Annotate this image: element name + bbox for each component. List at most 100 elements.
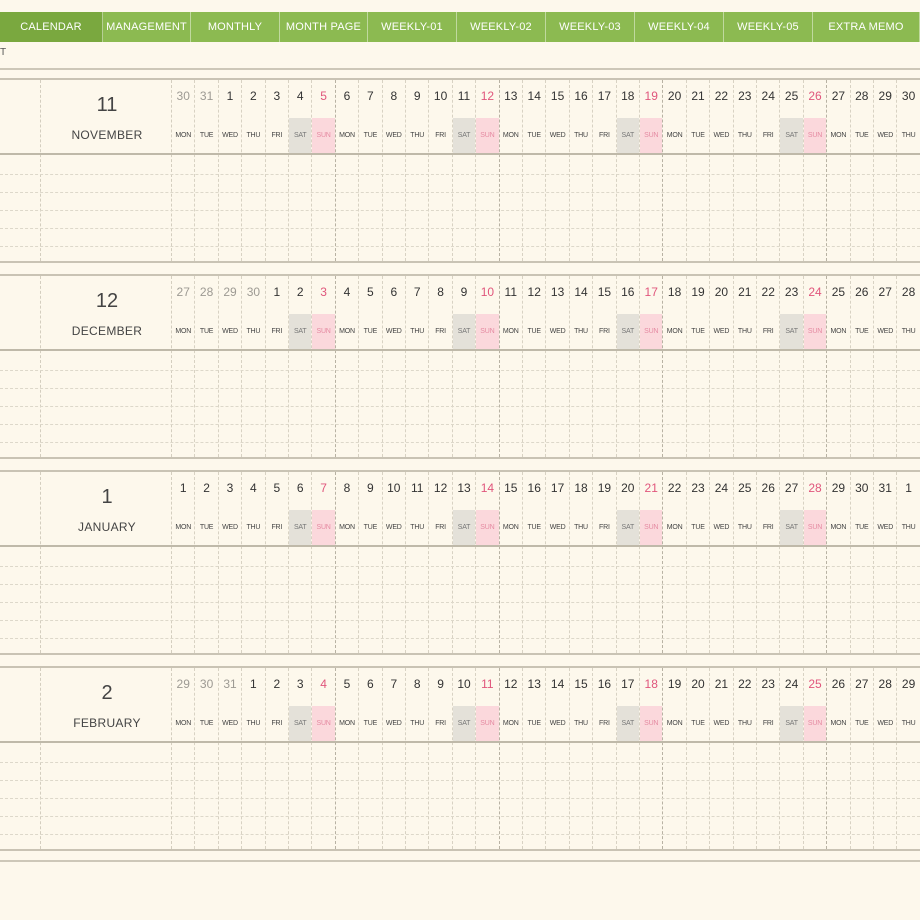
day-column[interactable]: 5 FRI bbox=[266, 472, 289, 653]
tab-weekly-03[interactable]: WEEKLY-03 bbox=[546, 12, 635, 42]
day-column[interactable]: 3 WED bbox=[219, 472, 243, 653]
day-column[interactable]: 31 WED bbox=[219, 668, 243, 849]
day-column[interactable]: 6 TUE bbox=[359, 668, 383, 849]
day-column[interactable]: 25 MON bbox=[827, 276, 851, 457]
day-column[interactable]: 15 WED bbox=[546, 80, 570, 261]
day-column[interactable]: 2 TUE bbox=[195, 472, 219, 653]
day-column[interactable]: 12 SUN bbox=[476, 80, 500, 261]
day-column[interactable]: 12 TUE bbox=[523, 276, 547, 457]
day-column[interactable]: 7 THU bbox=[406, 276, 430, 457]
day-column[interactable]: 5 SUN bbox=[312, 80, 336, 261]
day-column[interactable]: 18 THU bbox=[570, 472, 594, 653]
day-column[interactable]: 22 FRI bbox=[757, 276, 781, 457]
day-column[interactable]: 12 FRI bbox=[429, 472, 453, 653]
day-column[interactable]: 13 TUE bbox=[523, 668, 547, 849]
day-column[interactable]: 3 SUN bbox=[312, 276, 336, 457]
day-column[interactable]: 28 TUE bbox=[851, 80, 874, 261]
day-column[interactable]: 16 TUE bbox=[523, 472, 547, 653]
day-column[interactable]: 16 SAT bbox=[616, 276, 640, 457]
day-column[interactable]: 18 SAT bbox=[616, 80, 640, 261]
day-column[interactable]: 20 MON bbox=[663, 80, 687, 261]
day-column[interactable]: 6 SAT bbox=[289, 472, 313, 653]
day-column[interactable]: 10 SUN bbox=[476, 276, 500, 457]
tab-weekly-01[interactable]: WEEKLY-01 bbox=[368, 12, 457, 42]
day-column[interactable]: 28 SUN bbox=[803, 472, 828, 653]
day-column[interactable]: 17 SUN bbox=[640, 276, 664, 457]
day-column[interactable]: 1 THU bbox=[242, 668, 266, 849]
day-column[interactable]: 30 MON bbox=[172, 80, 196, 261]
day-column[interactable]: 1 THU bbox=[897, 472, 920, 653]
day-column[interactable]: 19 MON bbox=[663, 668, 687, 849]
day-column[interactable]: 12 MON bbox=[500, 668, 523, 849]
day-column[interactable]: 4 MON bbox=[336, 276, 360, 457]
day-column[interactable]: 19 TUE bbox=[687, 276, 711, 457]
day-column[interactable]: 14 WED bbox=[546, 668, 570, 849]
day-column[interactable]: 20 SAT bbox=[616, 472, 640, 653]
tab-weekly-04[interactable]: WEEKLY-04 bbox=[635, 12, 724, 42]
day-column[interactable]: 18 MON bbox=[663, 276, 687, 457]
day-column[interactable]: 19 SUN bbox=[640, 80, 664, 261]
day-column[interactable]: 23 SAT bbox=[780, 276, 804, 457]
day-column[interactable]: 21 TUE bbox=[687, 80, 711, 261]
day-column[interactable]: 1 WED bbox=[219, 80, 243, 261]
day-column[interactable]: 31 TUE bbox=[195, 80, 219, 261]
day-column[interactable]: 3 FRI bbox=[266, 80, 289, 261]
day-column[interactable]: 5 MON bbox=[336, 668, 360, 849]
day-column[interactable]: 2 THU bbox=[242, 80, 266, 261]
day-column[interactable]: 26 MON bbox=[827, 668, 851, 849]
day-column[interactable]: 13 WED bbox=[546, 276, 570, 457]
tab-calendar[interactable]: CALENDAR bbox=[0, 12, 103, 42]
day-column[interactable]: 20 WED bbox=[710, 276, 734, 457]
day-column[interactable]: 26 FRI bbox=[757, 472, 781, 653]
day-column[interactable]: 14 TUE bbox=[523, 80, 547, 261]
day-column[interactable]: 27 TUE bbox=[851, 668, 874, 849]
day-column[interactable]: 4 SUN bbox=[312, 668, 336, 849]
day-column[interactable]: 16 FRI bbox=[593, 668, 617, 849]
day-column[interactable]: 18 SUN bbox=[640, 668, 664, 849]
day-column[interactable]: 8 MON bbox=[336, 472, 360, 653]
day-column[interactable]: 29 MON bbox=[172, 668, 196, 849]
day-column[interactable]: 9 TUE bbox=[359, 472, 383, 653]
day-column[interactable]: 13 SAT bbox=[452, 472, 477, 653]
day-column[interactable]: 9 FRI bbox=[429, 668, 453, 849]
day-column[interactable]: 9 THU bbox=[406, 80, 430, 261]
day-column[interactable]: 2 FRI bbox=[266, 668, 289, 849]
day-column[interactable]: 14 SUN bbox=[476, 472, 500, 653]
day-column[interactable]: 4 SAT bbox=[289, 80, 313, 261]
day-column[interactable]: 10 FRI bbox=[429, 80, 453, 261]
day-column[interactable]: 23 TUE bbox=[687, 472, 711, 653]
day-column[interactable]: 29 THU bbox=[897, 668, 920, 849]
day-column[interactable]: 6 WED bbox=[383, 276, 406, 457]
day-column[interactable]: 21 THU bbox=[734, 276, 757, 457]
day-column[interactable]: 5 TUE bbox=[359, 276, 383, 457]
day-column[interactable]: 13 MON bbox=[500, 80, 523, 261]
day-column[interactable]: 1 MON bbox=[172, 472, 196, 653]
day-column[interactable]: 8 WED bbox=[383, 80, 406, 261]
day-column[interactable]: 16 THU bbox=[570, 80, 594, 261]
tab-monthly[interactable]: MONTHLY bbox=[191, 12, 280, 42]
day-column[interactable]: 17 WED bbox=[546, 472, 570, 653]
day-column[interactable]: 19 FRI bbox=[593, 472, 617, 653]
day-column[interactable]: 15 MON bbox=[500, 472, 523, 653]
day-column[interactable]: 31 WED bbox=[874, 472, 898, 653]
day-column[interactable]: 21 WED bbox=[710, 668, 734, 849]
tab-weekly-05[interactable]: WEEKLY-05 bbox=[724, 12, 813, 42]
day-column[interactable]: 27 MON bbox=[172, 276, 196, 457]
day-column[interactable]: 11 MON bbox=[500, 276, 523, 457]
day-column[interactable]: 8 THU bbox=[406, 668, 430, 849]
tab-extra-memo[interactable]: EXTRA MEMO bbox=[813, 12, 920, 42]
tab-month-page[interactable]: MONTH PAGE bbox=[280, 12, 368, 42]
day-column[interactable]: 2 SAT bbox=[289, 276, 313, 457]
tab-management[interactable]: MANAGEMENT bbox=[103, 12, 191, 42]
day-column[interactable]: 11 SAT bbox=[452, 80, 477, 261]
day-column[interactable]: 29 WED bbox=[874, 80, 898, 261]
day-column[interactable]: 22 MON bbox=[663, 472, 687, 653]
day-column[interactable]: 29 MON bbox=[827, 472, 851, 653]
day-column[interactable]: 27 SAT bbox=[780, 472, 804, 653]
day-column[interactable]: 15 FRI bbox=[593, 276, 617, 457]
day-column[interactable]: 23 THU bbox=[734, 80, 757, 261]
day-column[interactable]: 21 SUN bbox=[640, 472, 664, 653]
day-column[interactable]: 24 FRI bbox=[757, 80, 781, 261]
day-column[interactable]: 24 WED bbox=[710, 472, 734, 653]
day-column[interactable]: 30 THU bbox=[242, 276, 266, 457]
